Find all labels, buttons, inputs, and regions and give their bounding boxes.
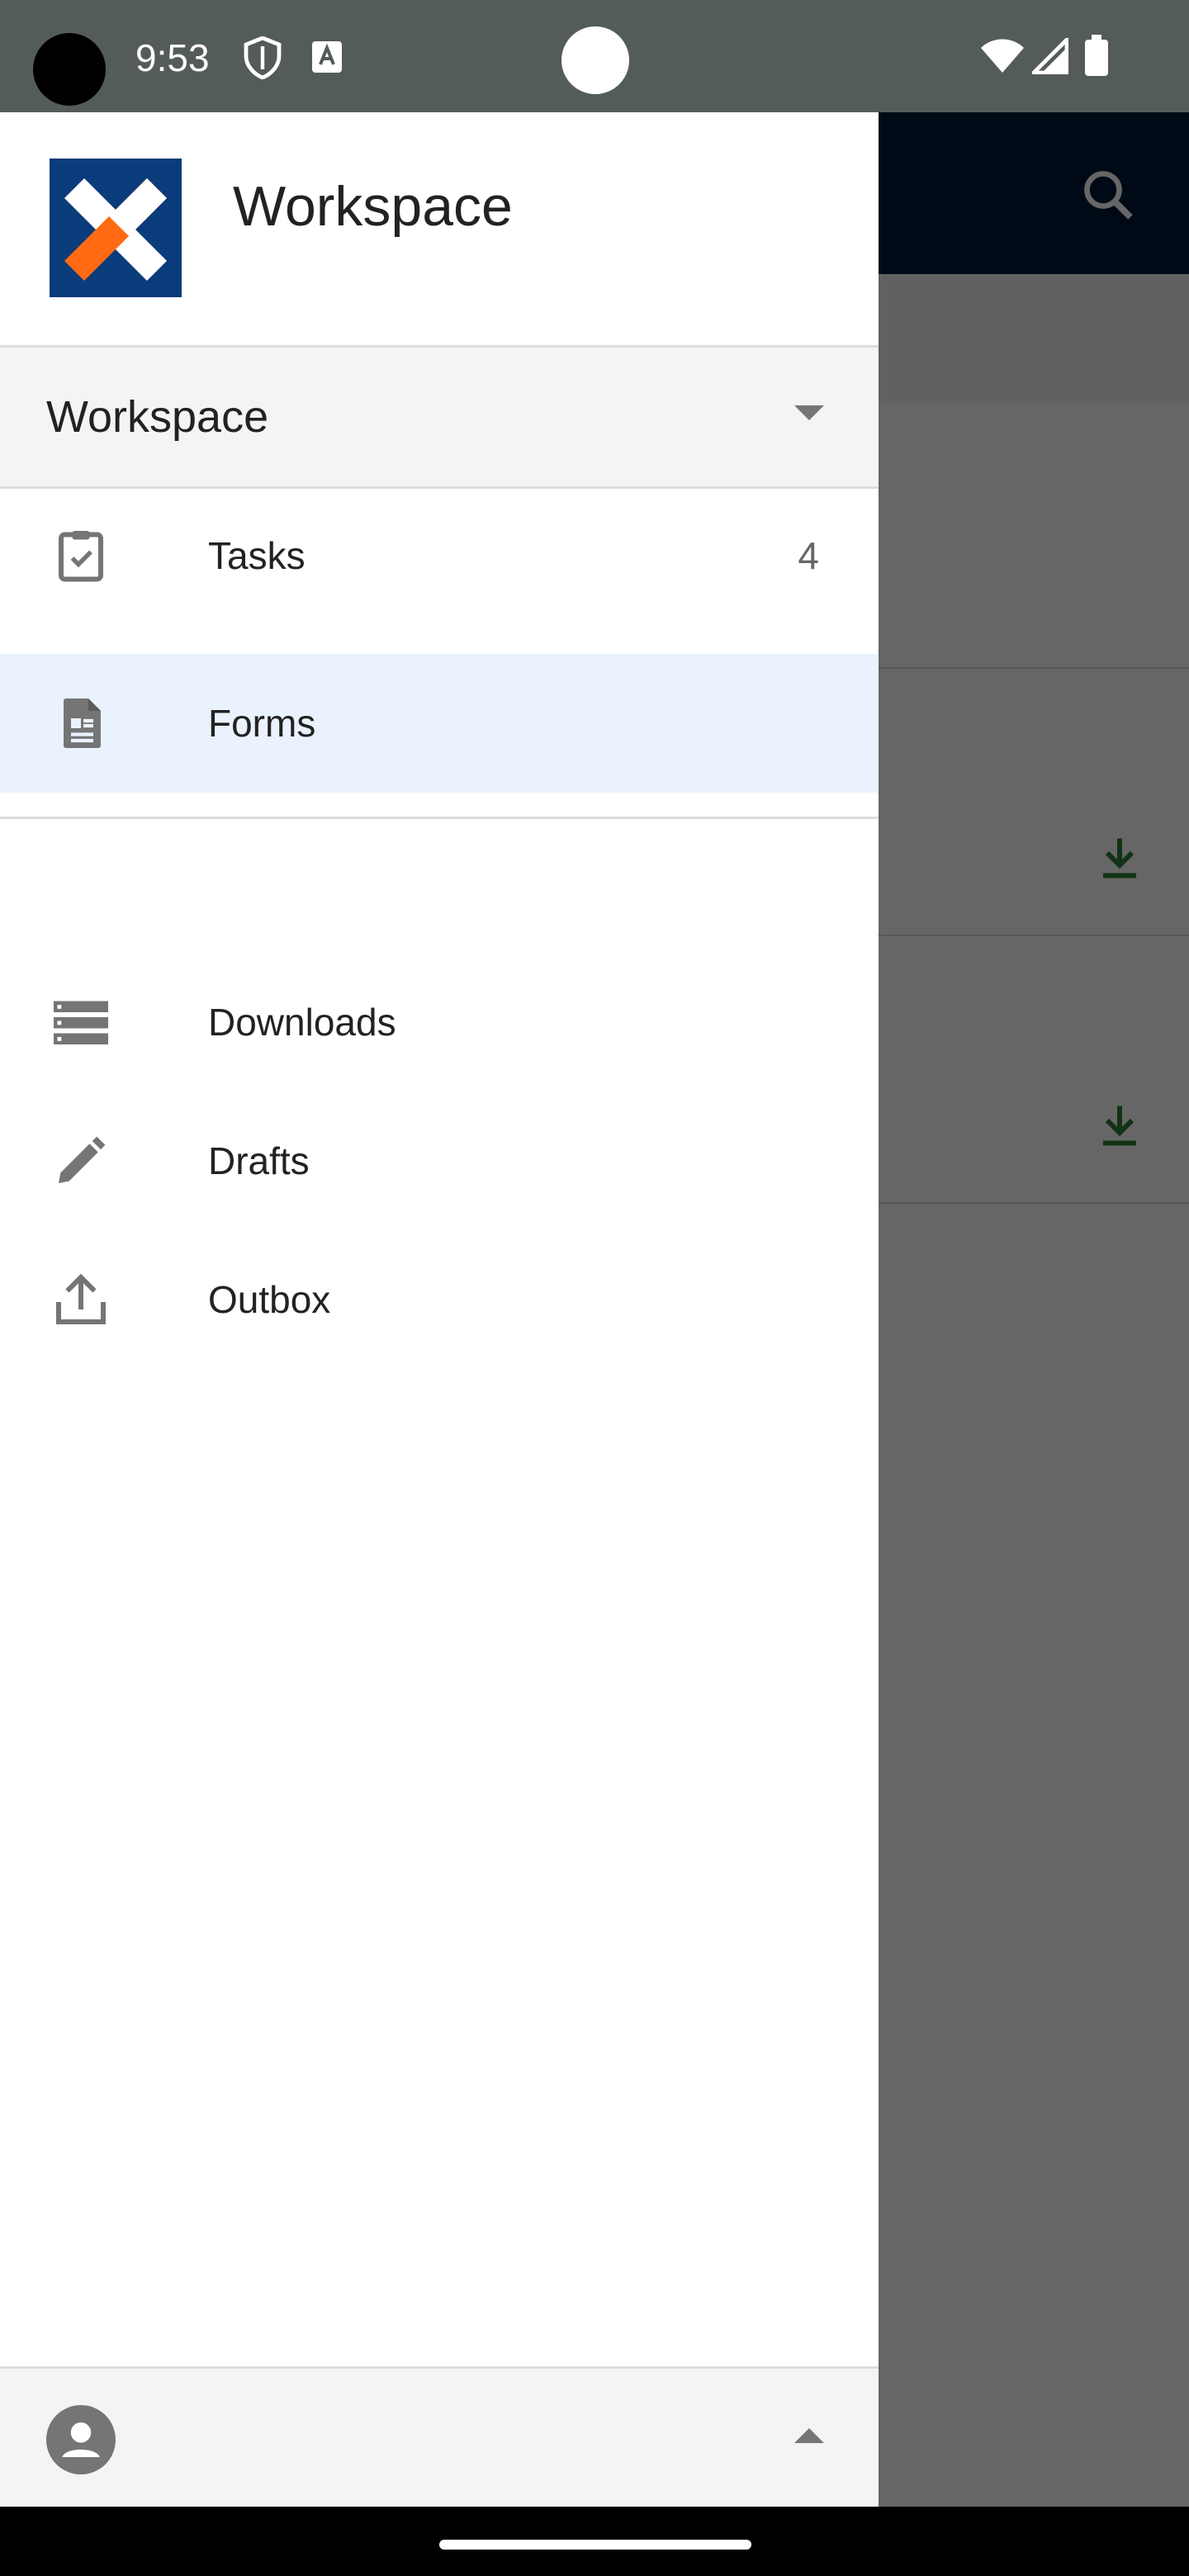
- nav-item-label: Outbox: [208, 1278, 331, 1321]
- battery-icon: [1085, 35, 1108, 80]
- home-gesture-handle[interactable]: [439, 2540, 751, 2550]
- account-switcher[interactable]: [0, 2366, 879, 2509]
- upload-icon: [51, 1270, 111, 1329]
- clipboard-check-icon: [51, 526, 111, 585]
- workspace-selector-label: Workspace: [46, 392, 269, 442]
- tasks-count-badge: 4: [798, 534, 819, 577]
- nav-item-label: Drafts: [208, 1139, 310, 1182]
- app-screen: 9:53 Workspace Workspace Tasks 4 Forms D…: [0, 0, 1189, 2576]
- navigation-drawer: Workspace Workspace Tasks 4 Forms Downlo…: [0, 112, 879, 2509]
- camera-cutout: [33, 33, 106, 106]
- shield-icon: [243, 36, 282, 83]
- nav-item-outbox[interactable]: Outbox: [0, 1230, 879, 1369]
- avatar: [46, 2405, 116, 2474]
- nav-item-label: Forms: [208, 702, 316, 745]
- app-logo: [50, 159, 182, 297]
- downloads-list-icon: [51, 992, 111, 1052]
- pencil-icon: [51, 1131, 111, 1191]
- workspace-selector[interactable]: Workspace: [0, 348, 879, 489]
- nav-divider: [0, 817, 879, 819]
- status-bar: 9:53: [0, 0, 1189, 112]
- text-a-icon: [310, 40, 343, 78]
- nav-item-drafts[interactable]: Drafts: [0, 1091, 879, 1230]
- nav-item-tasks[interactable]: Tasks 4: [0, 486, 879, 625]
- caret-up-icon: [794, 2428, 824, 2443]
- status-time: 9:53: [135, 36, 210, 79]
- nav-item-label: Tasks: [208, 534, 306, 577]
- caret-down-icon: [794, 405, 824, 420]
- front-sensor: [561, 26, 629, 94]
- system-navigation-bar: [0, 2507, 1189, 2576]
- nav-item-downloads[interactable]: Downloads: [0, 953, 879, 1091]
- drawer-title: Workspace: [233, 175, 513, 238]
- cell-signal-icon: [1029, 35, 1069, 78]
- nav-item-forms[interactable]: Forms: [0, 654, 879, 793]
- wifi-icon: [979, 38, 1026, 78]
- nav-item-label: Downloads: [208, 1001, 396, 1044]
- form-document-icon: [51, 694, 111, 753]
- drawer-header: Workspace: [0, 112, 879, 348]
